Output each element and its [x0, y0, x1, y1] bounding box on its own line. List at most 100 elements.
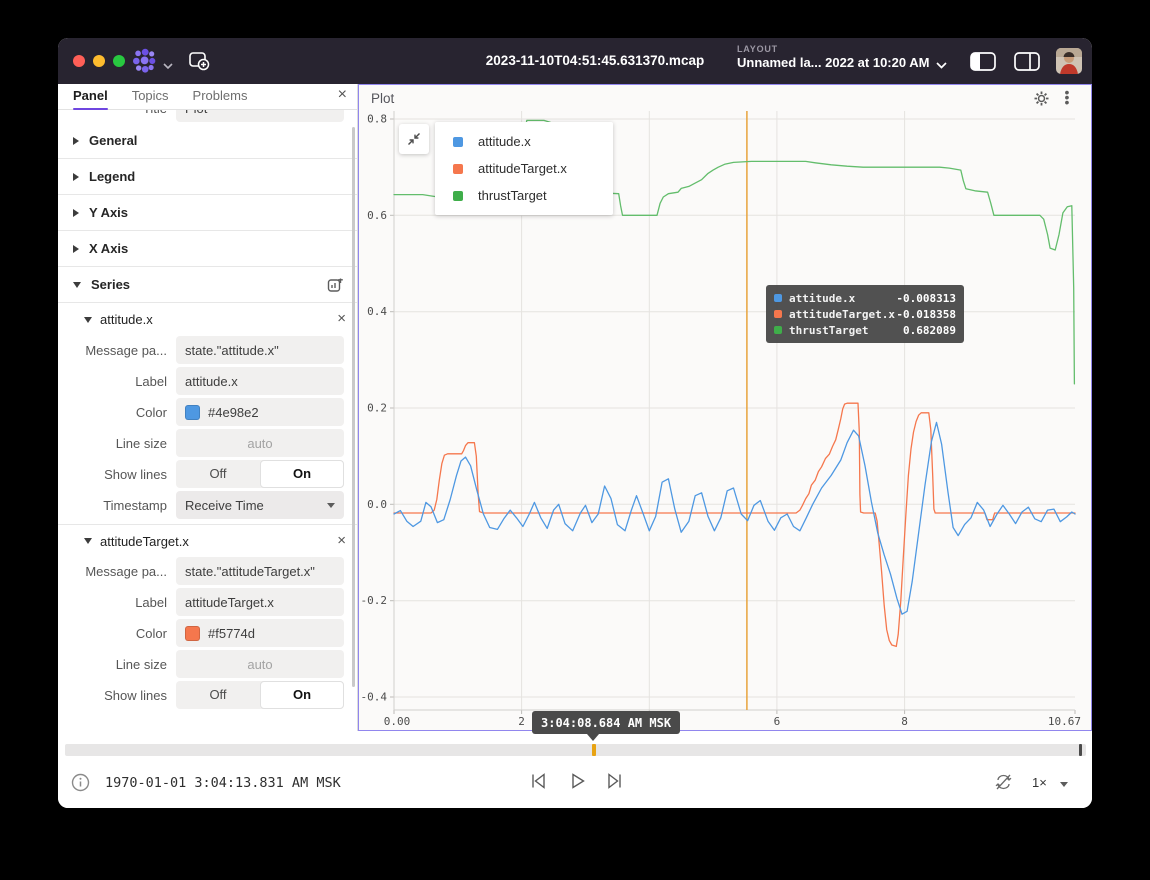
- svg-text:0.0: 0.0: [367, 498, 387, 511]
- left-sidebar-toggle-icon[interactable]: [970, 52, 996, 76]
- series1-timestamp-select[interactable]: Receive Time: [176, 491, 344, 519]
- playback-scrubber[interactable]: [65, 744, 1086, 756]
- show-lines-off-button[interactable]: Off: [176, 460, 260, 488]
- chevron-down-icon: [73, 282, 81, 288]
- tooltip-swatch-attitude-target-x: [774, 310, 782, 318]
- svg-text:0.6: 0.6: [367, 209, 387, 222]
- series2-message-path-row: Message pa... state."attitudeTarget.x": [58, 557, 357, 585]
- zoom-window-button[interactable]: [113, 55, 125, 67]
- app-window: 2023-11-10T04:51:45.631370.mcap LAYOUT U…: [58, 38, 1092, 808]
- plot-hover-tooltip: attitude.x -0.008313 attitudeTarget.x -0…: [766, 285, 964, 343]
- plot-panel[interactable]: Plot ••• 0.80.60.40.20.0-0.2-0: [358, 84, 1092, 731]
- series2-color-row: Color #f5774d: [58, 619, 357, 647]
- playback-bar: 1970-01-01 3:04:13.831 AM MSK 1×: [58, 731, 1092, 808]
- seek-forward-icon[interactable]: [605, 772, 624, 795]
- playback-speed[interactable]: 1×: [1032, 775, 1047, 790]
- tooltip-row: attitude.x -0.008313: [774, 290, 956, 306]
- svg-text:0.00: 0.00: [384, 715, 411, 728]
- sidebar-scrollbar[interactable]: [352, 127, 355, 687]
- svg-text:10.67: 10.67: [1048, 715, 1081, 728]
- series2-remove-icon[interactable]: ×: [337, 532, 346, 549]
- section-legend[interactable]: Legend: [58, 159, 357, 195]
- series1-show-lines-toggle: Off On: [176, 460, 344, 488]
- svg-text:0.4: 0.4: [367, 305, 387, 318]
- chevron-right-icon: [73, 209, 79, 217]
- title-row-clipped: Title Plot: [58, 110, 357, 123]
- series2-color-swatch[interactable]: [185, 626, 200, 641]
- series1-remove-icon[interactable]: ×: [337, 310, 346, 327]
- tooltip-swatch-attitude-x: [774, 294, 782, 302]
- show-lines-off-button[interactable]: Off: [176, 681, 260, 709]
- tab-panel[interactable]: Panel: [73, 84, 108, 110]
- svg-text:0.8: 0.8: [367, 113, 387, 126]
- minimize-window-button[interactable]: [93, 55, 105, 67]
- series1-message-path-input[interactable]: state."attitude.x": [176, 336, 344, 364]
- sidebar-close-icon[interactable]: ×: [338, 86, 347, 104]
- series1-color-input[interactable]: #4e98e2: [176, 398, 344, 426]
- legend-swatch-attitude-x[interactable]: [453, 137, 463, 147]
- app-menu-chevron-icon[interactable]: [162, 57, 174, 75]
- series2-header[interactable]: attitudeTarget.x ×: [58, 524, 357, 557]
- tab-problems[interactable]: Problems: [193, 84, 248, 110]
- series1-color-swatch[interactable]: [185, 405, 200, 420]
- legend-item-thrust-target[interactable]: thrustTarget: [435, 182, 613, 209]
- series1-header[interactable]: attitude.x ×: [58, 303, 357, 336]
- section-general[interactable]: General: [58, 123, 357, 159]
- series1-line-size-input[interactable]: auto: [176, 429, 344, 457]
- loop-off-icon[interactable]: [994, 773, 1013, 796]
- section-x-axis[interactable]: X Axis: [58, 231, 357, 267]
- info-icon[interactable]: [71, 773, 90, 797]
- scrubber-playhead-marker[interactable]: [592, 744, 596, 756]
- series1-color-row: Color #4e98e2: [58, 398, 357, 426]
- series2-line-size-input[interactable]: auto: [176, 650, 344, 678]
- legend-item-attitude-target-x[interactable]: attitudeTarget.x: [435, 155, 613, 182]
- panel-menu-kebab-icon[interactable]: •••: [1060, 90, 1074, 105]
- legend-collapse-button[interactable]: [399, 124, 429, 154]
- show-lines-on-button[interactable]: On: [260, 460, 344, 488]
- series2-label-input[interactable]: attitudeTarget.x: [176, 588, 344, 616]
- chevron-right-icon: [73, 173, 79, 181]
- series1-label-row: Label attitude.x: [58, 367, 357, 395]
- chevron-right-icon: [73, 137, 79, 145]
- tab-topics[interactable]: Topics: [132, 84, 169, 110]
- legend-item-attitude-x[interactable]: attitude.x: [435, 128, 613, 155]
- series1-show-lines-row: Show lines Off On: [58, 460, 357, 488]
- add-series-icon[interactable]: [327, 276, 344, 298]
- legend-swatch-thrust-target[interactable]: [453, 191, 463, 201]
- user-avatar[interactable]: [1056, 48, 1082, 74]
- section-series[interactable]: Series: [58, 267, 357, 303]
- svg-text:2: 2: [518, 715, 525, 728]
- foxglove-logo-icon[interactable]: [131, 48, 157, 79]
- section-y-axis[interactable]: Y Axis: [58, 195, 357, 231]
- legend-swatch-attitude-target-x[interactable]: [453, 164, 463, 174]
- title-bar: 2023-11-10T04:51:45.631370.mcap LAYOUT U…: [58, 38, 1092, 84]
- title-field-label: Title: [58, 110, 176, 116]
- svg-text:0.2: 0.2: [367, 402, 387, 415]
- series2-color-input[interactable]: #f5774d: [176, 619, 344, 647]
- plot-legend: attitude.x attitudeTarget.x thrustTarget: [435, 122, 613, 215]
- series1-label-input[interactable]: attitude.x: [176, 367, 344, 395]
- panel-settings-gear-icon[interactable]: [1034, 91, 1049, 111]
- add-panel-icon[interactable]: [188, 50, 211, 77]
- speed-chevron-down-icon[interactable]: [1060, 782, 1068, 787]
- show-lines-on-button[interactable]: On: [260, 681, 344, 709]
- layout-chevron-icon[interactable]: [935, 57, 948, 75]
- window-controls: [73, 55, 125, 67]
- close-window-button[interactable]: [73, 55, 85, 67]
- panel-title-input[interactable]: Plot: [176, 110, 344, 122]
- play-icon[interactable]: [568, 772, 587, 795]
- layout-label: LAYOUT: [737, 44, 929, 55]
- current-timestamp[interactable]: 1970-01-01 3:04:13.831 AM MSK: [105, 775, 341, 791]
- plot-panel-title: Plot: [371, 91, 394, 106]
- series2-line-size-row: Line size auto: [58, 650, 357, 678]
- layout-selector[interactable]: LAYOUT Unnamed la... 2022 at 10:20 AM: [737, 44, 929, 72]
- chevron-down-icon: [327, 503, 335, 508]
- series1-timestamp-row: Timestamp Receive Time: [58, 491, 357, 519]
- right-sidebar-toggle-icon[interactable]: [1014, 52, 1040, 76]
- series2-label-row: Label attitudeTarget.x: [58, 588, 357, 616]
- sidebar-tabbar: Panel Topics Problems ×: [58, 84, 357, 110]
- series2-message-path-input[interactable]: state."attitudeTarget.x": [176, 557, 344, 585]
- tooltip-row: thrustTarget 0.682089: [774, 322, 956, 338]
- seek-backward-icon[interactable]: [529, 772, 548, 795]
- data-source-title: 2023-11-10T04:51:45.631370.mcap: [486, 53, 704, 68]
